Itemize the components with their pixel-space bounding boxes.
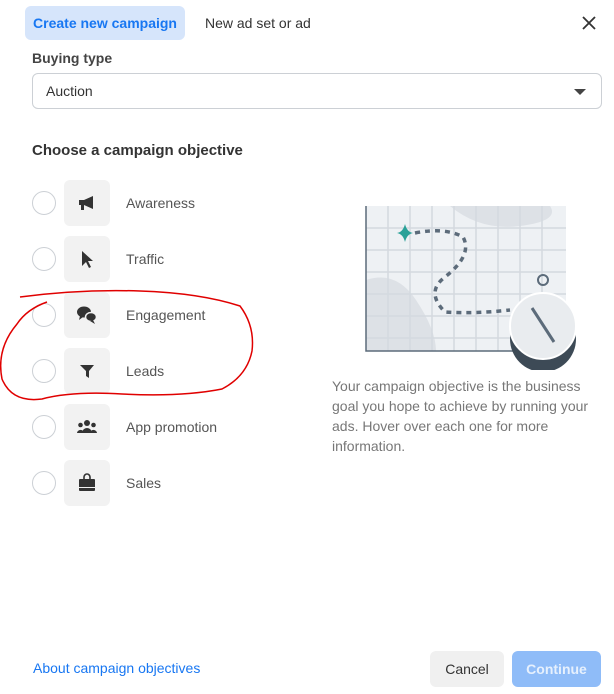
radio-button[interactable] (32, 471, 56, 495)
objective-description: Your campaign objective is the business … (332, 378, 589, 454)
radio-button[interactable] (32, 415, 56, 439)
objective-option-traffic[interactable]: Traffic (32, 236, 282, 282)
close-icon[interactable] (578, 12, 600, 34)
objective-label: Traffic (126, 251, 165, 267)
buying-type-label: Buying type (32, 50, 113, 66)
map-compass-illustration (365, 206, 577, 370)
objective-option-sales[interactable]: Sales (32, 460, 282, 506)
red-annotation-circle (0, 289, 254, 401)
cursor-icon (64, 236, 110, 282)
shopping-bag-icon (64, 460, 110, 506)
continue-button[interactable]: Continue (512, 651, 601, 687)
people-icon (64, 404, 110, 450)
objective-label: Awareness (126, 195, 196, 211)
objective-heading: Choose a campaign objective (32, 142, 243, 159)
about-campaign-objectives-link[interactable]: About campaign objectives (33, 660, 200, 676)
buying-type-select[interactable]: Auction (32, 73, 602, 109)
megaphone-icon (64, 180, 110, 226)
radio-button[interactable] (32, 247, 56, 271)
tab-new-ad-set-or-ad[interactable]: New ad set or ad (205, 6, 311, 40)
objective-option-app-promotion[interactable]: App promotion (32, 404, 282, 450)
caret-down-icon (574, 89, 586, 95)
objective-option-awareness[interactable]: Awareness (32, 180, 282, 226)
objective-label: Sales (126, 475, 162, 491)
objective-label: App promotion (126, 419, 218, 435)
cancel-button[interactable]: Cancel (430, 651, 504, 687)
tab-create-new-campaign[interactable]: Create new campaign (25, 6, 185, 40)
buying-type-value: Auction (46, 83, 93, 99)
radio-button[interactable] (32, 191, 56, 215)
